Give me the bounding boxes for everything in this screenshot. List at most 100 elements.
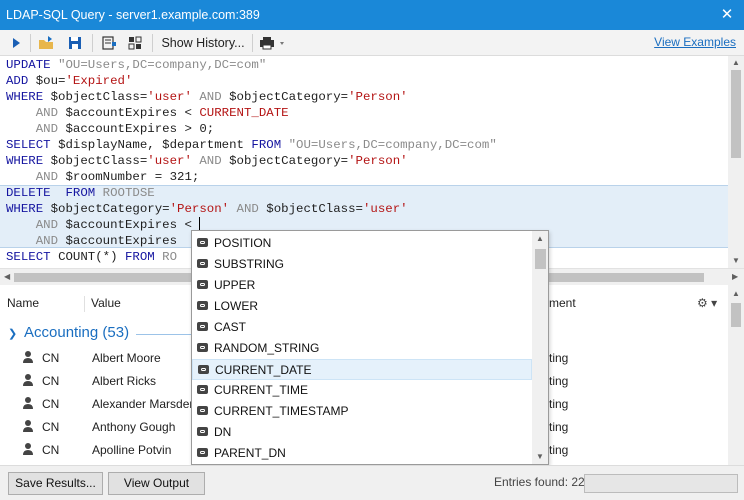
editor-line: UPDATE "OU=Users,DC=company,DC=com": [6, 57, 266, 73]
function-icon: [197, 238, 208, 247]
entries-found-label: Entries found: 226: [494, 475, 592, 489]
autocomplete-item[interactable]: CAST: [192, 317, 532, 338]
code-token: COUNT(*): [58, 250, 125, 264]
scroll-thumb[interactable]: [731, 303, 741, 327]
code-token: $objectClass=: [266, 202, 363, 216]
autocomplete-item[interactable]: SUBSTRING: [192, 254, 532, 275]
code-token: AND: [6, 170, 66, 184]
user-icon: [23, 397, 33, 409]
scroll-thumb[interactable]: [535, 249, 546, 269]
code-token: $accountExpires <: [65, 106, 200, 120]
code-token: $objectCategory=: [229, 90, 349, 104]
code-token: SELECT: [6, 138, 59, 152]
scroll-left-icon[interactable]: ◀: [4, 272, 10, 281]
code-token: 'user': [362, 202, 408, 216]
format-button[interactable]: [124, 33, 146, 53]
scroll-up-icon[interactable]: ▲: [732, 58, 740, 67]
autocomplete-item[interactable]: UPPER: [192, 275, 532, 296]
close-icon[interactable]: ✕: [710, 0, 744, 30]
run-button[interactable]: [6, 33, 26, 53]
chevron-down-icon[interactable]: ❯: [8, 327, 17, 340]
scroll-right-icon[interactable]: ▶: [732, 272, 738, 281]
column-header-department[interactable]: ment: [549, 296, 576, 310]
save-button[interactable]: [64, 33, 86, 53]
row-department: ting: [549, 351, 569, 365]
open-button[interactable]: [36, 33, 58, 53]
editor-line: AND $accountExpires > 0;: [6, 121, 214, 137]
play-icon: [13, 38, 20, 48]
row-department: ting: [549, 443, 569, 457]
column-header-value[interactable]: Value: [91, 296, 121, 310]
title-bar: LDAP-SQL Query - server1.example.com:389…: [0, 0, 744, 30]
editor-vertical-scrollbar[interactable]: ▲ ▼: [728, 56, 744, 268]
editor-line: AND $accountExpires: [6, 233, 177, 249]
autocomplete-scrollbar[interactable]: ▲ ▼: [532, 231, 548, 464]
user-icon: [23, 443, 33, 455]
autocomplete-item[interactable]: DN: [192, 422, 532, 443]
autocomplete-item[interactable]: LOWER: [192, 296, 532, 317]
function-icon: [197, 427, 208, 436]
code-token: AND: [6, 218, 66, 232]
status-bar: Save Results... View Output Entries foun…: [0, 465, 744, 500]
editor-line: AND $accountExpires <: [6, 217, 201, 233]
code-token: CURRENT_DATE: [199, 106, 289, 120]
autocomplete-item[interactable]: POSITION: [192, 233, 532, 254]
editor-line: AND $roomNumber = 321;: [6, 169, 200, 185]
code-token: "OU=Users,DC=company,DC=com": [288, 138, 497, 152]
open-folder-icon: [39, 36, 53, 49]
save-icon: [69, 37, 81, 49]
editor-line: SELECT COUNT(*) FROM RO: [6, 249, 177, 265]
properties-icon: [102, 36, 116, 50]
autocomplete-item[interactable]: CURRENT_TIME: [192, 380, 532, 401]
function-icon: [197, 280, 208, 289]
code-token: $displayName, $department: [58, 138, 252, 152]
editor-line: WHERE $objectClass='user' AND $objectCat…: [6, 153, 408, 169]
code-token: AND: [6, 122, 66, 136]
column-header-name[interactable]: Name: [7, 296, 39, 310]
save-results-button[interactable]: Save Results...: [8, 472, 103, 495]
view-examples-link[interactable]: View Examples: [654, 35, 736, 49]
code-token: 'Expired': [65, 74, 133, 88]
code-token: RO: [162, 250, 178, 264]
scroll-thumb[interactable]: [731, 70, 741, 158]
toolbar: Show History... View Examples: [0, 30, 744, 56]
autocomplete-item[interactable]: RANDOM_STRING: [192, 338, 532, 359]
autocomplete-item-label: UPPER: [214, 278, 256, 292]
code-token: $accountExpires > 0;: [65, 122, 215, 136]
results-vertical-scrollbar[interactable]: ▲: [728, 285, 744, 465]
scroll-down-icon[interactable]: ▼: [732, 256, 740, 265]
scroll-up-icon[interactable]: ▲: [536, 234, 544, 243]
settings-icon[interactable]: ⚙ ▾: [697, 296, 717, 310]
function-icon: [198, 365, 209, 374]
window-title: LDAP-SQL Query - server1.example.com:389: [6, 8, 260, 22]
autocomplete-item[interactable]: CURRENT_DATE: [192, 359, 532, 380]
function-icon: [197, 301, 208, 310]
user-icon: [23, 374, 33, 386]
autocomplete-item[interactable]: PARENT_DN: [192, 443, 532, 464]
view-output-button[interactable]: View Output: [108, 472, 205, 495]
row-value: Albert Moore: [92, 351, 161, 365]
autocomplete-item-label: CURRENT_TIME: [214, 383, 309, 397]
code-token: 'Person': [348, 90, 408, 104]
code-token: 'user': [147, 90, 192, 104]
autocomplete-item[interactable]: CURRENT_TIMESTAMP: [192, 401, 532, 422]
scroll-up-icon[interactable]: ▲: [732, 289, 740, 298]
progress-bar: [584, 474, 738, 493]
text-caret: [199, 217, 201, 230]
row-type: CN: [42, 351, 60, 365]
autocomplete-item-label: DN: [214, 425, 232, 439]
scroll-down-icon[interactable]: ▼: [536, 452, 544, 461]
group-label: Accounting: [24, 324, 99, 341]
code-token: AND: [6, 106, 66, 120]
row-type: CN: [42, 443, 60, 457]
editor-line: SELECT $displayName, $department FROM "O…: [6, 137, 497, 153]
properties-button[interactable]: [98, 33, 120, 53]
show-history-button[interactable]: Show History...: [158, 33, 248, 53]
autocomplete-item-label: RANDOM_STRING: [214, 341, 320, 355]
code-token: $objectCategory=: [50, 202, 170, 216]
row-type: CN: [42, 374, 60, 388]
code-token: FROM: [124, 250, 163, 264]
print-button[interactable]: [256, 33, 290, 53]
code-token: 'user': [147, 154, 192, 168]
code-token: AND: [229, 202, 267, 216]
